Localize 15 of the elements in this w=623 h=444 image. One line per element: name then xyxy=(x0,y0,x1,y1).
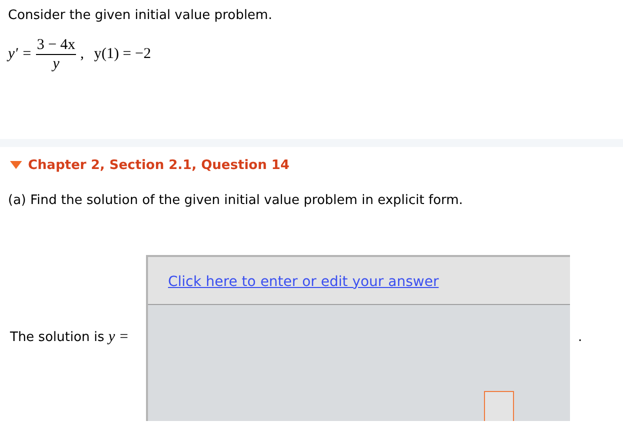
question-title[interactable]: Chapter 2, Section 2.1, Question 14 xyxy=(28,156,290,175)
question-text: (a) Find the solution of the given initial value problem in explicit form. xyxy=(7,192,464,210)
fraction-numerator: 3 − 4x xyxy=(36,36,76,54)
answer-box[interactable]: Click here to enter or edit your answer xyxy=(146,254,570,420)
fraction-denominator: y xyxy=(52,54,60,72)
problem-statement: Consider the given initial value problem. xyxy=(8,7,274,25)
trailing-period: . xyxy=(578,328,582,347)
disclosure-triangle-icon[interactable] xyxy=(10,161,22,170)
answer-label: The solution is xyxy=(10,328,104,347)
answer-input-slot[interactable] xyxy=(484,390,514,420)
edit-answer-link[interactable]: Click here to enter or edit your answer xyxy=(168,274,439,290)
initial-condition: y(1) = −2 xyxy=(94,44,151,64)
answer-variable: y = xyxy=(108,328,129,348)
equation-lhs: y′ = xyxy=(8,44,32,64)
equation-separator: , xyxy=(80,44,84,64)
